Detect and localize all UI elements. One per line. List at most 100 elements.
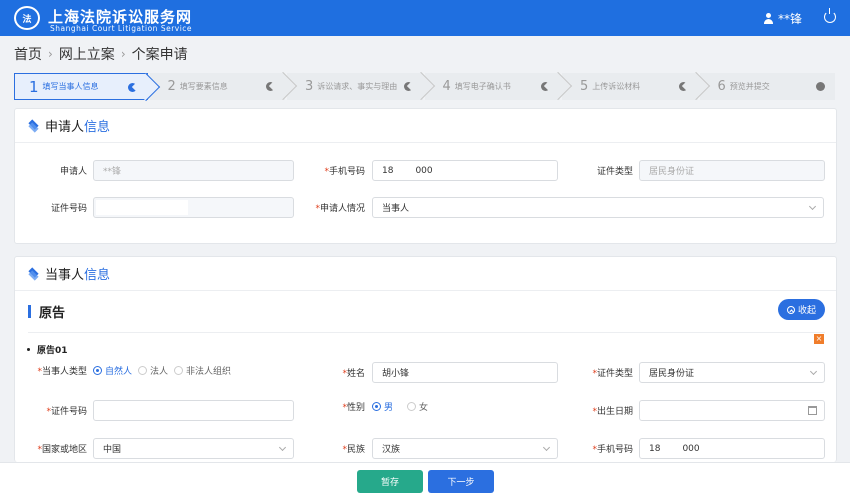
step-number: 4 [442, 79, 451, 94]
plaintiff-01-title: 原告01 [27, 343, 68, 356]
step-status-icon [816, 82, 825, 91]
field-label: 申请人 [59, 167, 87, 177]
step-4[interactable]: 4 填写电子确认书 [424, 73, 560, 100]
field-label: *手机号码 [324, 167, 365, 177]
party-card-title: 当事人 信息 [15, 257, 836, 291]
section-text: 原告 [39, 306, 66, 321]
plaintiff-section-title: 原告 [28, 302, 65, 321]
party-type-radio-group: 自然人 法人 非法人组织 [93, 364, 237, 377]
country-select[interactable]: 中国 [93, 438, 294, 459]
username: **锋 [777, 12, 802, 26]
save-draft-button[interactable]: 暂存 [357, 470, 423, 493]
step-number: 2 [167, 79, 176, 94]
breadcrumb-separator-icon: › [120, 47, 126, 61]
party-name-input[interactable]: 胡小锋 [372, 362, 558, 383]
user-icon [763, 12, 774, 25]
title-text: 当事人 [45, 268, 85, 283]
collapse-button[interactable]: 收起 [778, 299, 825, 320]
step-number: 1 [29, 77, 39, 96]
chevron-up-icon [786, 305, 795, 314]
party-idno-field: *证件号码 [35, 400, 294, 421]
breadcrumb-home[interactable]: 首页 [14, 44, 42, 64]
applicant-idno-input[interactable] [93, 197, 294, 218]
step-status-icon [403, 82, 413, 91]
step-label: 上传诉讼材料 [592, 82, 641, 91]
field-label: *证件类型 [592, 369, 633, 379]
phone-suffix: 000 [415, 165, 433, 176]
party-phone-input[interactable]: 18 000 [639, 438, 825, 459]
field-label: *证件号码 [46, 407, 87, 417]
radio-unincorporated-org[interactable]: 非法人组织 [174, 364, 231, 377]
user-menu[interactable]: **锋 [763, 10, 802, 27]
applicant-phone-input[interactable]: 18 000 [372, 160, 558, 181]
step-label: 诉讼请求、事实与理由 [317, 82, 398, 91]
ethnic-select[interactable]: 汉族 [372, 438, 558, 459]
divider [28, 332, 825, 333]
step-3[interactable]: 3 诉讼请求、事实与理由 [287, 73, 423, 100]
step-label: 填写电子确认书 [454, 82, 511, 91]
step-6[interactable]: 6 预览并提交 [699, 73, 835, 100]
radio-male[interactable]: 男 [372, 400, 393, 413]
field-label: *姓名 [342, 369, 365, 379]
party-phone-field: *手机号码 18 000 [575, 438, 825, 459]
chevron-down-icon [808, 202, 817, 211]
chevron-down-icon [278, 443, 287, 452]
action-footer: 暂存 下一步 [0, 462, 850, 501]
remove-party-icon[interactable]: × [814, 334, 824, 344]
field-label: 证件类型 [596, 167, 633, 177]
phone-prefix: 18 [649, 443, 661, 454]
party-country-field: *国家或地区 中国 [35, 438, 294, 459]
breadcrumb-separator-icon: › [48, 47, 53, 61]
phone-prefix: 18 [382, 165, 394, 176]
applicant-idtype-input[interactable]: 居民身份证 [639, 160, 825, 181]
field-label: *手机号码 [592, 445, 633, 455]
party-idno-input[interactable] [93, 400, 294, 421]
radio-female[interactable]: 女 [407, 400, 428, 413]
step-2[interactable]: 2 填写要素信息 [149, 73, 285, 100]
step-1[interactable]: 1 填写当事人信息 [14, 73, 148, 100]
step-label: 填写当事人信息 [42, 82, 99, 91]
step-number: 6 [717, 79, 726, 94]
step-status-icon [541, 82, 550, 91]
applicant-situation-field: *申请人情况 当事人 [312, 197, 824, 218]
field-label: 证件号码 [50, 204, 87, 214]
party-type-field: *当事人类型 自然人 法人 非法人组织 [35, 364, 237, 377]
party-ethnic-field: *民族 汉族 [312, 438, 558, 459]
breadcrumb-online-filing[interactable]: 网上立案 [59, 44, 115, 64]
step-number: 5 [580, 79, 589, 94]
breadcrumb: 首页 › 网上立案 › 个案申请 [14, 44, 188, 64]
field-label: *民族 [342, 445, 365, 455]
breadcrumb-current: 个案申请 [131, 47, 188, 63]
applicant-name-field: 申请人 **锋 [35, 160, 294, 181]
applicant-situation-select[interactable]: 当事人 [372, 197, 824, 218]
party-name-field: *姓名 胡小锋 [312, 362, 558, 383]
select-value: 居民身份证 [649, 369, 695, 379]
applicant-idtype-field: 证件类型 居民身份证 [575, 160, 825, 181]
gender-radio-group: 男 女 [372, 400, 434, 413]
chevron-down-icon [542, 443, 551, 452]
applicant-name-input[interactable]: **锋 [93, 160, 294, 181]
court-seal-icon: 法 [14, 6, 40, 30]
button-label: 收起 [797, 306, 816, 316]
step-edit-icon [127, 83, 137, 92]
applicant-phone-field: *手机号码 18 000 [312, 160, 558, 181]
birth-date-input[interactable] [639, 400, 825, 421]
party-idtype-field: *证件类型 居民身份证 [575, 362, 825, 383]
party-idtype-select[interactable]: 居民身份证 [639, 362, 825, 383]
radio-natural-person[interactable]: 自然人 [93, 364, 132, 377]
step-5[interactable]: 5 上传诉讼材料 [562, 73, 698, 100]
select-value: 当事人 [382, 204, 410, 214]
title-text-accent: 信息 [84, 268, 111, 283]
radio-legal-person[interactable]: 法人 [138, 364, 168, 377]
next-step-button[interactable]: 下一步 [428, 470, 494, 493]
chevron-down-icon [809, 367, 818, 376]
select-value: 中国 [103, 445, 122, 455]
masked-digits [393, 165, 416, 176]
applicant-card-title: 申请人 信息 [15, 109, 836, 143]
applicant-card: 申请人 信息 申请人 **锋 *手机号码 18 000 证件类型 居民身份证 证件号… [14, 108, 837, 244]
masked-digits [660, 443, 683, 454]
logout-power-icon[interactable] [824, 8, 836, 23]
section-bar [28, 305, 31, 318]
party-gender-field: *性别 男 女 [312, 400, 434, 413]
party-birth-field: *出生日期 [575, 400, 825, 421]
